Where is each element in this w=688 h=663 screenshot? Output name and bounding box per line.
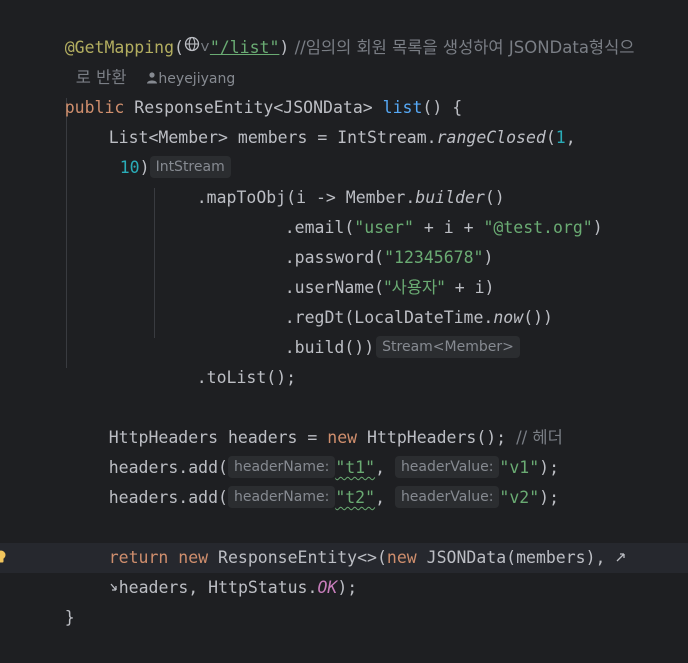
code-line-9[interactable]: .userName("사용자" + i) (245, 243, 495, 297)
code-line-19[interactable]: headers, HttpStatus.OK); (69, 543, 357, 597)
type-hint: Stream<Member> (376, 336, 520, 358)
code-line-8[interactable]: .password("12345678") (245, 213, 494, 267)
code-line-3[interactable]: public ResponseEntity<JSONData> list() { (25, 63, 462, 117)
indent-guide (66, 98, 67, 368)
code-line-4[interactable]: List<Member> members = IntStream.rangeCl… (69, 93, 576, 147)
code-line-10[interactable]: .regDt(LocalDateTime.now()) (245, 273, 553, 327)
soft-wrap-continue-icon (109, 578, 119, 597)
code-line-7[interactable]: .email("user" + i + "@test.org") (245, 183, 603, 237)
lightbulb-icon[interactable] (0, 549, 6, 563)
code-line-2: 로 반환 heyejiyang (36, 33, 235, 87)
code-line-5[interactable]: 10) IntStream (80, 123, 231, 178)
code-line-15[interactable]: headers.add(headerName: "t1", headerValue… (69, 423, 559, 478)
param-hint: headerValue: (394, 486, 500, 508)
code-line-20[interactable]: } (25, 573, 75, 627)
soft-wrap-icon (615, 548, 627, 567)
code-line-11[interactable]: .build()) Stream<Member> (245, 303, 520, 358)
code-line-16[interactable]: headers.add(headerName: "t2", headerValue… (69, 453, 559, 508)
code-line-1[interactable]: @GetMapping(˅"/list") //임의의 회원 목록을 생성하여 … (25, 3, 634, 57)
param-hint: headerName: (227, 486, 336, 508)
code-line-12[interactable]: .toList(); (157, 333, 296, 387)
code-line-6[interactable]: .mapToObj(i -> Member.builder() (157, 153, 505, 207)
code-line-18[interactable]: return new ResponseEntity<>(new JSONData… (69, 513, 627, 567)
code-editor[interactable]: @GetMapping(˅"/list") //임의의 회원 목록을 생성하여 … (0, 0, 688, 627)
comment: //임의의 회원 목록을 생성하여 JSONData형식으 (289, 38, 635, 57)
code-line-14[interactable]: HttpHeaders headers = new HttpHeaders();… (69, 393, 563, 447)
indent-guide (154, 188, 155, 338)
